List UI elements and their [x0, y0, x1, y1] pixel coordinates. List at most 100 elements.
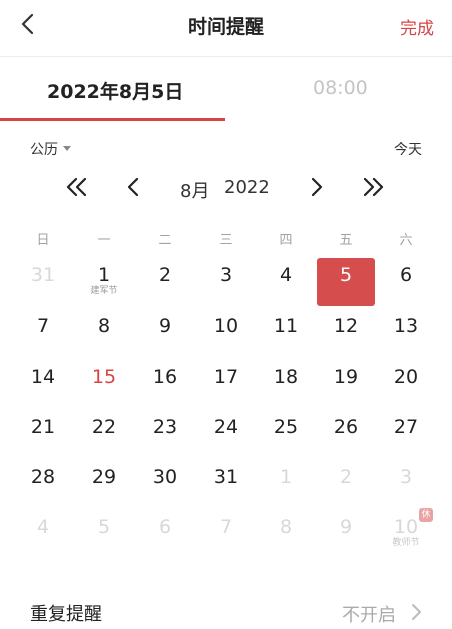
day-cell[interactable]: 12 — [317, 309, 375, 357]
day-number: 20 — [393, 366, 419, 388]
day-cell[interactable]: 4 — [257, 258, 315, 306]
weekday-label: 三 — [219, 233, 233, 248]
day-cell[interactable]: 20 — [377, 360, 435, 408]
repeat-reminder-row[interactable]: 重复提醒 不开启 — [0, 592, 452, 628]
tab-date[interactable]: 2022年8月5日 — [47, 77, 183, 104]
weekday-label: 五 — [339, 233, 353, 248]
day-number: 2 — [158, 264, 172, 286]
day-number: 5 — [97, 516, 111, 538]
day-cell[interactable]: 5 — [75, 510, 133, 558]
day-number: 9 — [158, 315, 172, 337]
day-number: 10 — [213, 315, 239, 337]
day-number: 4 — [279, 264, 293, 286]
day-cell[interactable]: 17 — [197, 360, 255, 408]
day-cell[interactable]: 13 — [377, 309, 435, 357]
weekday-label: 一 — [97, 233, 111, 248]
day-number: 19 — [333, 366, 359, 388]
day-number: 6 — [399, 264, 413, 286]
day-cell[interactable]: 10 教师节休 — [377, 508, 435, 558]
day-number: 2 — [339, 466, 353, 488]
day-cell[interactable]: 2 — [136, 258, 194, 306]
day-cell[interactable]: 6 — [136, 510, 194, 558]
weekday-label: 二 — [158, 233, 172, 248]
day-number: 31 — [213, 466, 239, 488]
tab-time[interactable]: 08:00 — [313, 77, 368, 99]
day-cell[interactable]: 16 — [136, 360, 194, 408]
day-cell[interactable]: 22 — [75, 410, 133, 458]
day-number: 27 — [393, 416, 419, 438]
day-number: 14 — [30, 366, 56, 388]
weekday-label: 四 — [279, 233, 293, 248]
day-cell[interactable]: 24 — [197, 410, 255, 458]
calendar-mode-label: 公历 — [30, 142, 58, 158]
day-number: 25 — [273, 416, 299, 438]
chevron-right-icon[interactable] — [303, 175, 329, 199]
weekday-header: 日一二三四五六 — [0, 229, 452, 249]
day-number: 9 — [339, 516, 353, 538]
day-cell[interactable]: 31 — [14, 258, 72, 306]
day-cell[interactable]: 4 — [14, 510, 72, 558]
done-button[interactable]: 完成 — [400, 14, 434, 39]
day-cell[interactable]: 6 — [377, 258, 435, 306]
day-cell[interactable]: 19 — [317, 360, 375, 408]
day-cell[interactable]: 9 — [136, 309, 194, 357]
weekday-label: 日 — [36, 233, 50, 248]
date-time-tabs: 2022年8月5日 08:00 — [0, 57, 452, 122]
day-number: 12 — [333, 315, 359, 337]
chevron-right-icon — [412, 604, 421, 620]
day-cell[interactable]: 18 — [257, 360, 315, 408]
day-number: 28 — [30, 466, 56, 488]
day-number: 16 — [152, 366, 178, 388]
day-cell[interactable]: 27 — [377, 410, 435, 458]
day-cell[interactable]: 2 — [317, 460, 375, 508]
day-number: 8 — [97, 315, 111, 337]
day-number: 1 — [279, 466, 293, 488]
day-number: 15 — [91, 366, 117, 388]
day-cell[interactable]: 7 — [14, 309, 72, 357]
repeat-reminder-label: 重复提醒 — [30, 604, 102, 625]
day-cell[interactable]: 3 — [197, 258, 255, 306]
day-cell[interactable]: 15 — [75, 360, 133, 408]
day-cell[interactable]: 11 — [257, 309, 315, 357]
repeat-reminder-value: 不开启 — [342, 605, 396, 626]
day-number: 1 — [97, 264, 111, 286]
active-tab-indicator — [0, 118, 225, 121]
day-cell[interactable]: 3 — [377, 460, 435, 508]
chevron-left-icon[interactable] — [121, 175, 147, 199]
holiday-badge: 休 — [419, 508, 433, 522]
day-number: 7 — [219, 516, 233, 538]
day-cell[interactable]: 9 — [317, 510, 375, 558]
day-cell[interactable]: 28 — [14, 460, 72, 508]
day-cell[interactable]: 14 — [14, 360, 72, 408]
day-number: 5 — [339, 264, 353, 286]
day-number: 7 — [36, 315, 50, 337]
day-cell[interactable]: 7 — [197, 510, 255, 558]
day-cell[interactable]: 30 — [136, 460, 194, 508]
page-title: 时间提醒 — [187, 16, 264, 38]
day-number: 24 — [213, 416, 239, 438]
day-cell[interactable]: 10 — [197, 309, 255, 357]
day-number: 26 — [333, 416, 359, 438]
double-chevron-left-icon[interactable] — [64, 175, 90, 199]
day-cell[interactable]: 1 — [257, 460, 315, 508]
day-number: 3 — [399, 466, 413, 488]
day-cell[interactable]: 1 建军节 — [75, 258, 133, 306]
day-number: 6 — [158, 516, 172, 538]
day-cell[interactable]: 8 — [75, 309, 133, 357]
day-cell[interactable]: 21 — [14, 410, 72, 458]
day-number: 11 — [273, 315, 299, 337]
day-cell[interactable]: 29 — [75, 460, 133, 508]
day-cell[interactable]: 25 — [257, 410, 315, 458]
day-number: 23 — [152, 416, 178, 438]
calendar-mode-dropdown[interactable]: 公历 — [30, 139, 71, 159]
day-cell[interactable]: 23 — [136, 410, 194, 458]
day-cell[interactable]: 31 — [197, 460, 255, 508]
holiday-label: 教师节 — [392, 538, 420, 548]
day-cell[interactable]: 8 — [257, 510, 315, 558]
day-cell-selected[interactable]: 5 — [317, 258, 375, 306]
day-number: 8 — [279, 516, 293, 538]
double-chevron-right-icon[interactable] — [360, 175, 386, 199]
today-button[interactable]: 今天 — [394, 139, 422, 159]
day-number: 21 — [30, 416, 56, 438]
day-cell[interactable]: 26 — [317, 410, 375, 458]
